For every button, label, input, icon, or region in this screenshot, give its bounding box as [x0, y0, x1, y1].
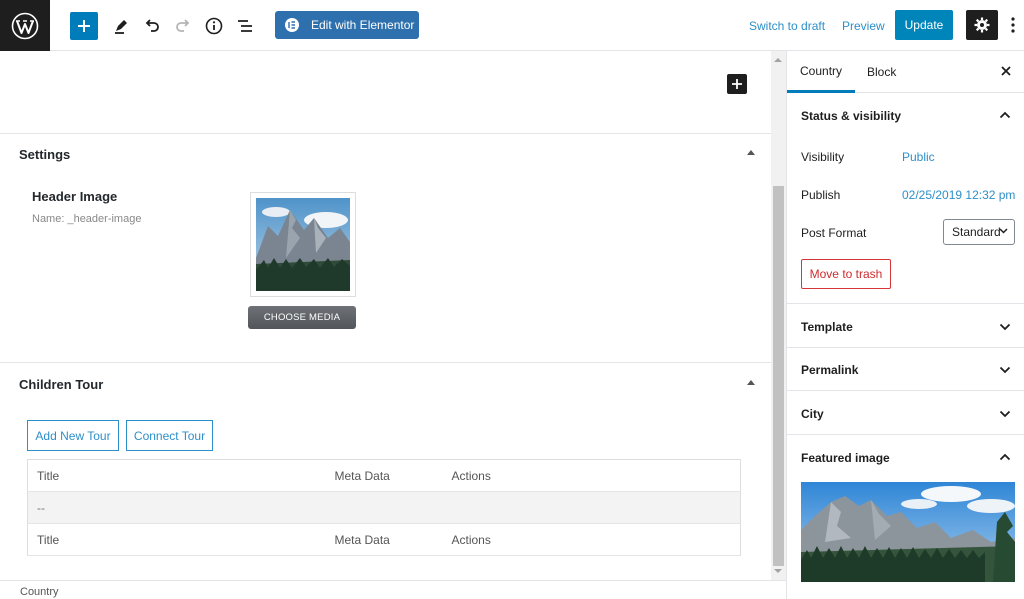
- add-new-tour-button[interactable]: Add New Tour: [27, 420, 119, 451]
- redo-button[interactable]: [169, 12, 197, 40]
- editor-scrollbar[interactable]: [771, 51, 786, 580]
- header-image-field-name: Name: _header-image: [32, 213, 142, 225]
- children-tour-table: Title Meta Data Actions -- Title Meta Da…: [27, 459, 741, 556]
- chevron-down-icon: [999, 366, 1011, 374]
- visibility-label: Visibility: [801, 150, 845, 164]
- header-image-label: Header Image: [32, 189, 118, 204]
- chevron-down-icon: [999, 323, 1011, 331]
- chevron-down-icon: [999, 410, 1011, 418]
- collapse-toggle-icon[interactable]: [747, 150, 755, 155]
- column-header-title: Title: [27, 459, 326, 492]
- post-format-label: Post Format: [801, 226, 867, 240]
- settings-button[interactable]: [966, 10, 998, 40]
- template-panel[interactable]: Template: [787, 304, 1024, 348]
- list-view-icon: [238, 20, 252, 32]
- chevron-up-icon[interactable]: [999, 111, 1011, 119]
- connect-tour-button[interactable]: Connect Tour: [126, 420, 213, 451]
- choose-media-button[interactable]: CHOOSE MEDIA: [248, 306, 356, 329]
- switch-to-draft-link[interactable]: Switch to draft: [749, 19, 825, 33]
- publish-label: Publish: [801, 188, 841, 202]
- settings-sidebar: Country Block Status & visibility Visibi…: [786, 51, 1024, 599]
- plus-icon: [78, 20, 90, 32]
- info-icon: [205, 17, 223, 35]
- pencil-icon: [115, 20, 127, 34]
- column-footer-title: Title: [27, 523, 326, 556]
- column-header-meta-data: Meta Data: [325, 459, 443, 492]
- preview-link[interactable]: Preview: [842, 19, 885, 33]
- table-footer-row: Title Meta Data Actions: [27, 523, 741, 556]
- publish-date-link[interactable]: 02/25/2019 12:32 pm: [902, 188, 1015, 202]
- permalink-panel-title: Permalink: [801, 363, 859, 377]
- column-footer-actions: Actions: [442, 523, 741, 556]
- edit-with-elementor-label: Edit with Elementor: [311, 18, 415, 32]
- redo-icon: [176, 19, 190, 32]
- table-row: --: [27, 491, 741, 524]
- block-breadcrumb-bar: Country: [0, 580, 786, 599]
- edit-with-elementor-button[interactable]: Edit with Elementor: [275, 11, 419, 39]
- plus-icon: [732, 79, 742, 89]
- wordpress-icon: [11, 12, 39, 39]
- city-panel-title: City: [801, 407, 824, 421]
- column-header-actions: Actions: [442, 459, 741, 492]
- scrollbar-thumb[interactable]: [773, 186, 784, 566]
- details-button[interactable]: [200, 12, 228, 40]
- permalink-panel[interactable]: Permalink: [787, 348, 1024, 391]
- settings-metabox-title: Settings: [19, 147, 71, 162]
- city-panel[interactable]: City: [787, 391, 1024, 435]
- undo-button[interactable]: [138, 12, 166, 40]
- block-inserter-button[interactable]: [70, 12, 98, 40]
- visibility-value-link[interactable]: Public: [902, 150, 935, 164]
- chevron-down-icon: [999, 228, 1008, 234]
- post-format-select[interactable]: Standard: [943, 219, 1015, 245]
- settings-metabox: Settings: [0, 133, 771, 362]
- more-menu-button[interactable]: [1006, 14, 1020, 36]
- block-navigation-button[interactable]: [231, 12, 259, 40]
- breadcrumb-country[interactable]: Country: [20, 586, 59, 598]
- mountain-image: [256, 198, 350, 291]
- empty-row-cell: --: [27, 491, 741, 524]
- featured-image-panel-title[interactable]: Featured image: [801, 451, 890, 465]
- tab-country[interactable]: Country: [787, 51, 856, 93]
- column-footer-meta-data: Meta Data: [325, 523, 443, 556]
- chevron-up-icon[interactable]: [999, 453, 1011, 461]
- undo-icon: [145, 19, 159, 32]
- close-sidebar-button[interactable]: [999, 64, 1013, 78]
- wordpress-logo-button[interactable]: [0, 0, 50, 51]
- status-visibility-title[interactable]: Status & visibility: [801, 109, 901, 123]
- children-tour-metabox-title: Children Tour: [19, 377, 104, 392]
- more-vertical-icon: [1011, 17, 1015, 33]
- template-panel-title: Template: [801, 320, 853, 334]
- scroll-up-arrow-icon[interactable]: [774, 58, 782, 62]
- tools-button[interactable]: [107, 12, 135, 40]
- mountain-landscape-image: [801, 482, 1015, 582]
- editor-toolbar: Edit with Elementor Switch to draft Prev…: [0, 0, 1024, 51]
- featured-image-preview[interactable]: [801, 482, 1015, 582]
- update-button[interactable]: Update: [895, 10, 953, 40]
- header-image-preview[interactable]: [250, 192, 356, 297]
- move-to-trash-button[interactable]: Move to trash: [801, 259, 891, 289]
- tab-block[interactable]: Block: [867, 51, 896, 93]
- scroll-down-arrow-icon[interactable]: [774, 569, 782, 573]
- inline-block-inserter-button[interactable]: [727, 74, 747, 94]
- post-format-selected-value: Standard: [952, 225, 1001, 239]
- close-icon: [1001, 66, 1011, 76]
- gear-icon: [974, 17, 990, 33]
- sidebar-tabs: Country Block: [787, 51, 1024, 93]
- elementor-icon: [285, 18, 299, 32]
- collapse-toggle-icon[interactable]: [747, 380, 755, 385]
- table-header-row: Title Meta Data Actions: [27, 459, 741, 492]
